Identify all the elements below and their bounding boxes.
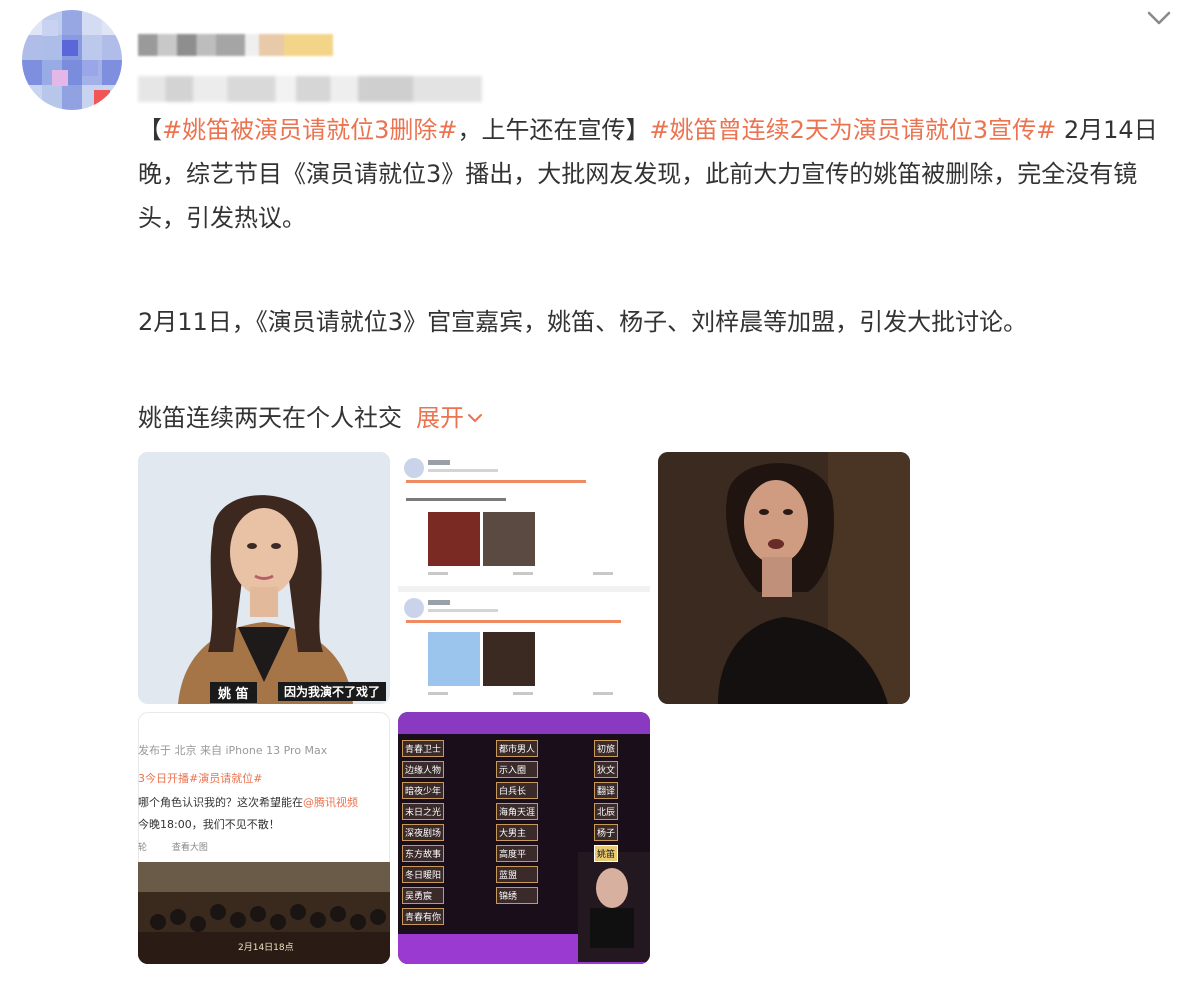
post-action-view: 查看大图	[171, 843, 208, 853]
weibo-screenshot-illustration	[398, 452, 650, 704]
chevron-down-small-icon	[468, 414, 482, 422]
stage-photo-illustration	[658, 452, 910, 704]
bracket-text: ，上午还在宣传】	[457, 116, 650, 144]
chevron-down-icon	[1147, 11, 1171, 25]
post-text: 哪个角色认识我的？这次希望能在	[138, 796, 303, 809]
board-label: 高度平	[496, 845, 539, 862]
board-column-1: 青春卫士 边缘人物 暗夜少年 末日之光 深夜剧场 东方故事 冬日暖阳 吴勇宸 青…	[402, 740, 445, 925]
board-label: 蓝盟	[496, 866, 539, 883]
mention-link: @腾讯视频	[303, 796, 358, 809]
board-label: 青春有你	[402, 908, 445, 925]
board-label: 边缘人物	[402, 761, 445, 778]
avatar-pixel	[52, 70, 68, 86]
portrait-illustration	[138, 452, 390, 704]
paragraph-3-text: 姚笛连续两天在个人社交	[138, 404, 402, 432]
hashtag-link-2[interactable]: #姚笛曾连续2天为演员请就位3宣传#	[650, 116, 1057, 144]
expand-link[interactable]: 展开	[416, 396, 483, 440]
board-label: 示入圈	[496, 761, 539, 778]
avatar[interactable]	[22, 10, 122, 110]
board-label: 翻译	[594, 782, 619, 799]
board-label: 杨子	[594, 824, 619, 841]
expand-label: 展开	[416, 404, 464, 432]
board-label: 海角天涯	[496, 803, 539, 820]
board-label: 北辰	[594, 803, 619, 820]
board-label: 冬日暖阳	[402, 866, 445, 883]
board-label: 锦绣	[496, 887, 539, 904]
board-label: 都市男人	[496, 740, 539, 757]
image-thumbnail-3[interactable]	[658, 452, 910, 704]
bracket-open: 【	[138, 116, 162, 144]
board-column-2: 都市男人 示入圈 白兵长 海角天涯 大男主 高度平 蓝盟 锦绣	[496, 740, 539, 904]
post-paragraph-1: 【#姚笛被演员请就位3删除#，上午还在宣传】#姚笛曾连续2天为演员请就位3宣传#…	[138, 108, 1168, 240]
post-time-line: 今晚18:00，我们不见不散！	[138, 818, 280, 831]
board-label: 东方故事	[402, 845, 445, 862]
avatar-pixel	[42, 20, 58, 36]
post-paragraph-2: 2月11日，《演员请就位3》官宣嘉宾，姚笛、杨子、刘梓晨等加盟，引发大批讨论。	[138, 308, 1028, 336]
post-source-line: 发布于 北京 来自 iPhone 13 Pro Max	[138, 744, 328, 757]
board-label: 青春卫士	[402, 740, 445, 757]
post-paragraph-3: 姚笛连续两天在个人社交 展开	[138, 396, 1168, 440]
image-thumbnail-2[interactable]	[398, 452, 650, 704]
image-thumbnail-4[interactable]: 发布于 北京 来自 iPhone 13 Pro Max 3今日开播#演员请就位#…	[138, 712, 390, 964]
post-actions-line: 轮 查看大图	[138, 840, 208, 853]
poster-date: 2月14日18点	[238, 943, 294, 953]
post-hashtag-line: 3今日开播#演员请就位#	[138, 772, 263, 785]
board-label: 末日之光	[402, 803, 445, 820]
avatar-pixel	[94, 90, 110, 106]
username-blurred[interactable]	[138, 34, 333, 56]
board-label-highlight: 姚笛	[594, 845, 619, 862]
board-label: 狄文	[594, 761, 619, 778]
post-text-line: 哪个角色认识我的？这次希望能在@腾讯视频	[138, 794, 358, 810]
hashtag-link-1[interactable]: #姚笛被演员请就位3删除#	[162, 116, 458, 144]
board-label: 深夜剧场	[402, 824, 445, 841]
board-label: 吴勇宸	[402, 887, 445, 904]
collapse-button[interactable]	[1144, 6, 1174, 30]
post-action-rotate: 轮	[138, 843, 148, 853]
board-label: 初旅	[594, 740, 619, 757]
board-label: 白兵长	[496, 782, 539, 799]
image-thumbnail-1[interactable]: 姚 笛 因为我演不了戏了	[138, 452, 390, 704]
post-meta-blurred	[138, 76, 482, 102]
avatar-pixel	[82, 60, 98, 76]
subtitle-caption: 因为我演不了戏了	[278, 682, 387, 701]
board-label: 暗夜少年	[402, 782, 445, 799]
avatar-pixel	[62, 40, 78, 56]
name-caption: 姚 笛	[210, 682, 257, 703]
board-column-3: 初旅 狄文 翻译 北辰 杨子 姚笛	[594, 740, 619, 862]
board-label: 大男主	[496, 824, 539, 841]
image-thumbnail-5[interactable]: 青春卫士 边缘人物 暗夜少年 末日之光 深夜剧场 东方故事 冬日暖阳 吴勇宸 青…	[398, 712, 650, 964]
